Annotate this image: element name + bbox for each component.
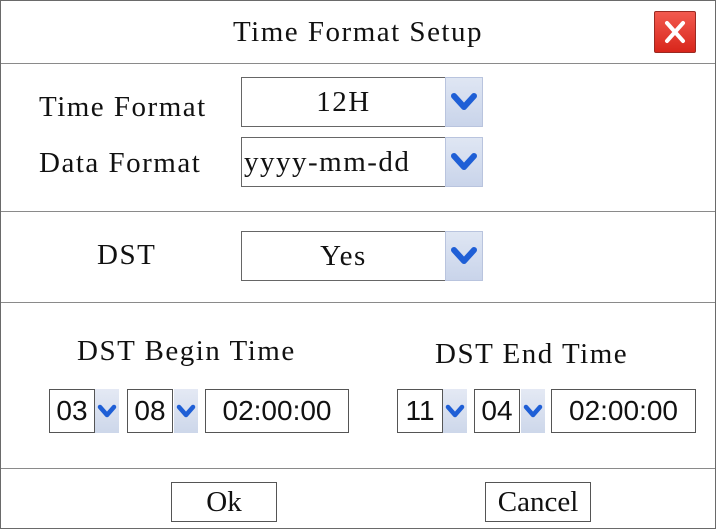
- chevron-down-icon: [451, 153, 477, 170]
- time-format-value: 12H: [316, 85, 371, 118]
- dst-begin-month-dropdown[interactable]: [95, 389, 119, 433]
- time-format-dropdown-button[interactable]: [445, 77, 483, 127]
- dst-end-time-field[interactable]: 02:00:00: [551, 389, 696, 433]
- dst-end-week-field[interactable]: 04: [474, 389, 520, 433]
- chevron-down-icon: [451, 247, 477, 264]
- dst-label: DST: [97, 239, 157, 271]
- dst-end-month-dropdown[interactable]: [443, 389, 467, 433]
- dst-dropdown-button[interactable]: [445, 231, 483, 281]
- close-button[interactable]: [654, 11, 696, 53]
- chevron-down-icon: [451, 93, 477, 110]
- divider-title: [1, 63, 715, 64]
- dst-select[interactable]: Yes: [241, 231, 446, 281]
- dialog-title: Time Format Setup: [232, 16, 483, 48]
- chevron-down-icon: [523, 404, 543, 418]
- date-format-value: yyyy-mm-dd: [244, 145, 411, 178]
- dst-begin-time-label: DST Begin Time: [77, 335, 296, 367]
- dst-value: Yes: [320, 239, 367, 272]
- ok-button[interactable]: Ok: [171, 482, 277, 522]
- dst-begin-week-field[interactable]: 08: [127, 389, 173, 433]
- divider-buttons: [1, 468, 715, 469]
- dst-begin-week-dropdown[interactable]: [174, 389, 198, 433]
- close-x-icon: [665, 21, 685, 43]
- cancel-button[interactable]: Cancel: [485, 482, 591, 522]
- dst-begin-time-field[interactable]: 02:00:00: [205, 389, 349, 433]
- date-format-label: Data Format: [39, 147, 202, 179]
- time-format-setup-dialog: Time Format Setup Time Format 12H Data F…: [0, 0, 716, 529]
- date-format-select[interactable]: yyyy-mm-dd: [241, 137, 446, 187]
- time-format-select[interactable]: 12H: [241, 77, 446, 127]
- time-format-label: Time Format: [39, 91, 207, 123]
- dst-end-month-field[interactable]: 11: [397, 389, 443, 433]
- date-format-dropdown-button[interactable]: [445, 137, 483, 187]
- dst-end-time-label: DST End Time: [435, 338, 629, 370]
- divider-format: [1, 211, 715, 212]
- dst-begin-month-field[interactable]: 03: [49, 389, 95, 433]
- divider-dst: [1, 302, 715, 303]
- chevron-down-icon: [97, 404, 117, 418]
- chevron-down-icon: [176, 404, 196, 418]
- chevron-down-icon: [445, 404, 465, 418]
- dst-end-week-dropdown[interactable]: [521, 389, 545, 433]
